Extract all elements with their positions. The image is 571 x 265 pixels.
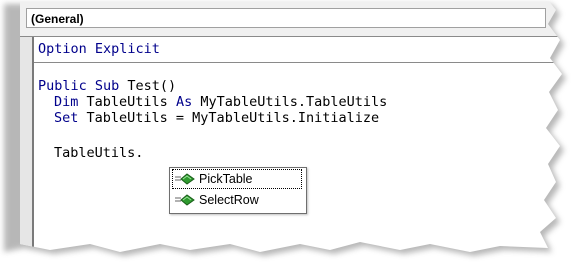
- code-line-sub-declaration[interactable]: Public Sub Test(): [38, 78, 176, 94]
- keyword: Set: [54, 110, 79, 126]
- object-combo-box[interactable]: (General): [26, 8, 546, 28]
- code-text: TableUtils: [78, 94, 176, 110]
- member-list-item-picktable[interactable]: PickTable: [172, 169, 302, 189]
- code-line-current-input[interactable]: TableUtils.: [54, 145, 143, 161]
- code-line-option-explicit[interactable]: Option Explicit: [38, 41, 160, 57]
- code-text: TableUtils.: [54, 145, 144, 161]
- keyword: Dim: [54, 94, 79, 110]
- member-list-item-label: PickTable: [199, 172, 253, 186]
- vba-code-editor-window: (General) Option Explicit Public Sub Tes…: [0, 0, 571, 265]
- method-icon: [174, 172, 196, 186]
- intellisense-member-list[interactable]: PickTable SelectRow: [169, 167, 307, 214]
- keyword: Option Explicit: [38, 41, 160, 57]
- editor-toolbar: (General): [20, 2, 560, 36]
- code-text: Test(): [119, 78, 177, 94]
- code-line-dim-statement[interactable]: Dim TableUtils As MyTableUtils.TableUtil…: [54, 94, 387, 110]
- member-list-item-selectrow[interactable]: SelectRow: [172, 190, 302, 210]
- code-text: MyTableUtils.TableUtils: [192, 94, 388, 110]
- keyword: As: [175, 94, 193, 110]
- procedure-separator: [34, 62, 571, 63]
- method-icon: [174, 193, 196, 207]
- code-text: TableUtils = MyTableUtils.Initialize: [78, 110, 380, 126]
- margin-indicator-bar[interactable]: [20, 37, 34, 265]
- screenshot-canvas: (General) Option Explicit Public Sub Tes…: [0, 0, 571, 265]
- keyword: Public Sub: [38, 78, 120, 94]
- code-line-set-statement[interactable]: Set TableUtils = MyTableUtils.Initialize: [54, 110, 379, 126]
- member-list-item-label: SelectRow: [199, 193, 259, 207]
